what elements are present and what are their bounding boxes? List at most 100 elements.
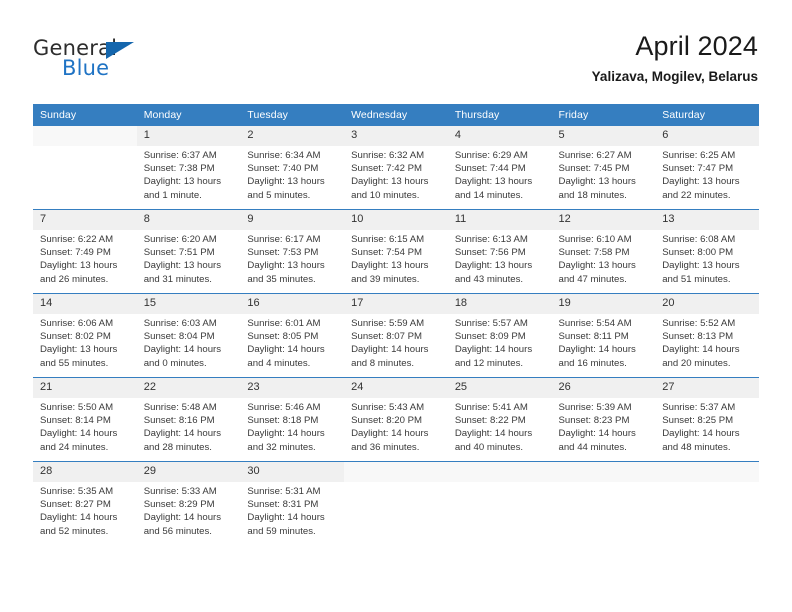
day-detail-cell[interactable]: Sunrise: 5:48 AM Sunset: 8:16 PM Daylight:… (136, 398, 241, 462)
weekday-header-monday: Monday (136, 104, 241, 126)
day-detail-cell[interactable]: Sunrise: 5:46 AM Sunset: 8:18 PM Daylight:… (240, 398, 345, 462)
week-daynumber-row: 123456 (33, 126, 759, 146)
day-number-cell[interactable]: 5 (551, 126, 656, 146)
empty-day-cell (447, 461, 552, 482)
day-detail-cell[interactable]: Sunrise: 5:41 AM Sunset: 8:22 PM Daylight:… (447, 398, 552, 462)
weekday-header-tuesday: Tuesday (240, 104, 345, 126)
day-detail-cell[interactable]: Sunrise: 6:13 AM Sunset: 7:56 PM Daylight:… (447, 230, 552, 294)
daylight-duration-text-line2: and 26 minutes. (40, 273, 109, 285)
day-number-cell[interactable]: 28 (33, 461, 137, 482)
day-number-cell[interactable]: 4 (447, 126, 552, 146)
daylight-duration-text-line1: Daylight: 14 hours (247, 428, 325, 440)
day-detail-cell[interactable]: Sunrise: 5:50 AM Sunset: 8:14 PM Daylight:… (33, 398, 137, 462)
daylight-duration-text-line2: and 39 minutes. (351, 273, 420, 285)
day-number-cell[interactable]: 12 (551, 209, 656, 230)
day-detail-cell[interactable]: Sunrise: 6:25 AM Sunset: 7:47 PM Daylight:… (655, 146, 759, 210)
weekday-header-sunday: Sunday (33, 104, 137, 126)
day-number-cell[interactable]: 22 (136, 377, 241, 398)
week-daynumber-row: 14 15 16 17 18 19 20 (33, 293, 759, 314)
calendar-page: General Blue April 2024 Yalizava, Mogile… (0, 0, 792, 612)
day-detail-cell[interactable]: Sunrise: 6:32 AM Sunset: 7:42 PM Daylight:… (344, 146, 448, 210)
daylight-duration-text-line2: and 32 minutes. (247, 441, 316, 453)
daylight-duration-text-line1: Daylight: 14 hours (454, 344, 533, 356)
day-number-cell[interactable]: 14 (33, 293, 137, 314)
day-number-cell[interactable]: 20 (655, 293, 759, 314)
sunset-time-text: Sunset: 8:00 PM (662, 247, 734, 259)
day-detail-cell[interactable]: Sunrise: 5:59 AM Sunset: 8:07 PM Daylight:… (344, 314, 448, 378)
day-detail-cell[interactable]: Sunrise: 5:57 AM Sunset: 8:09 PM Daylight:… (447, 314, 552, 378)
day-detail-cell[interactable]: Sunrise: 6:17 AM Sunset: 7:53 PM Daylight:… (240, 230, 345, 294)
daylight-duration-text-line1: Daylight: 13 hours (247, 260, 325, 272)
day-number-cell[interactable]: 17 (344, 293, 448, 314)
daylight-duration-text-line2: and 36 minutes. (351, 441, 420, 453)
day-number-cell[interactable]: 15 (136, 293, 241, 314)
sunset-time-text: Sunset: 7:44 PM (454, 163, 526, 175)
daylight-duration-text-line1: Daylight: 14 hours (351, 428, 429, 440)
day-number-cell[interactable]: 24 (344, 377, 448, 398)
day-number-cell[interactable]: 3 (344, 126, 448, 146)
day-number-cell[interactable]: 9 (240, 209, 345, 230)
day-number-cell[interactable]: 29 (136, 461, 241, 482)
daylight-duration-text-line1: Daylight: 13 hours (351, 176, 429, 188)
day-detail-cell[interactable]: Sunrise: 5:37 AM Sunset: 8:25 PM Daylight:… (655, 398, 759, 462)
sunset-time-text: Sunset: 8:16 PM (143, 415, 215, 427)
day-detail-cell[interactable]: Sunrise: 6:29 AM Sunset: 7:44 PM Daylight:… (447, 146, 552, 210)
day-number-cell[interactable]: 11 (447, 209, 552, 230)
daylight-duration-text-line1: Daylight: 13 hours (247, 176, 325, 188)
day-number-cell[interactable]: 1 (136, 126, 241, 146)
day-detail-cell[interactable]: Sunrise: 5:43 AM Sunset: 8:20 PM Daylight:… (344, 398, 448, 462)
day-detail-cell[interactable]: Sunrise: 6:06 AM Sunset: 8:02 PM Daylight:… (33, 314, 137, 378)
empty-detail-cell (551, 482, 656, 545)
day-number-cell[interactable]: 27 (655, 377, 759, 398)
day-detail-cell[interactable]: Sunrise: 6:08 AM Sunset: 8:00 PM Daylight:… (655, 230, 759, 294)
day-number-cell[interactable]: 19 (551, 293, 656, 314)
sunset-time-text: Sunset: 8:14 PM (40, 415, 111, 427)
day-number-cell[interactable]: 16 (240, 293, 345, 314)
daylight-duration-text-line1: Daylight: 14 hours (40, 512, 118, 524)
day-detail-cell[interactable]: Sunrise: 5:52 AM Sunset: 8:13 PM Daylight:… (655, 314, 759, 378)
sunset-time-text: Sunset: 8:20 PM (351, 415, 423, 427)
daylight-duration-text-line2: and 1 minute. (143, 189, 202, 201)
day-detail-cell[interactable]: Sunrise: 5:54 AM Sunset: 8:11 PM Daylight:… (551, 314, 656, 378)
day-detail-cell[interactable]: Sunrise: 6:01 AM Sunset: 8:05 PM Daylight:… (240, 314, 345, 378)
day-number-cell[interactable]: 18 (447, 293, 552, 314)
day-detail-cell[interactable]: Sunrise: 6:15 AM Sunset: 7:54 PM Daylight:… (344, 230, 448, 294)
day-number-cell[interactable]: 7 (33, 209, 137, 230)
daylight-duration-text-line2: and 51 minutes. (662, 273, 731, 285)
day-detail-cell[interactable]: Sunrise: 5:31 AM Sunset: 8:31 PM Daylight:… (240, 482, 345, 545)
day-number-cell[interactable]: 21 (33, 377, 137, 398)
day-detail-cell[interactable]: Sunrise: 5:35 AM Sunset: 8:27 PM Daylight:… (33, 482, 137, 545)
day-number-cell[interactable]: 25 (447, 377, 552, 398)
daylight-duration-text-line2: and 4 minutes. (247, 357, 311, 369)
day-detail-cell[interactable]: Sunrise: 5:33 AM Sunset: 8:29 PM Daylight:… (136, 482, 241, 545)
day-detail-cell[interactable]: Sunrise: 5:39 AM Sunset: 8:23 PM Daylight:… (551, 398, 656, 462)
day-number-cell[interactable]: 26 (551, 377, 656, 398)
day-number-cell[interactable]: 23 (240, 377, 345, 398)
sunset-time-text: Sunset: 8:09 PM (454, 331, 526, 343)
day-number-cell[interactable]: 8 (136, 209, 241, 230)
daylight-duration-text-line2: and 59 minutes. (247, 525, 316, 537)
day-number-cell[interactable]: 30 (240, 461, 345, 482)
day-detail-cell[interactable]: Sunrise: 6:03 AM Sunset: 8:04 PM Daylight:… (136, 314, 241, 378)
calendar-body: 1 2 3 4 5 6 Sunrise: 6:37 AM Sunset: 7:38 PM Day… (33, 126, 759, 545)
day-number-cell[interactable]: 2 (240, 126, 345, 146)
day-number-cell[interactable]: 10 (344, 209, 448, 230)
day-detail-cell[interactable]: Sunrise: 6:37 AM Sunset: 7:38 PM Daylight:… (136, 146, 241, 210)
day-number-cell[interactable]: 6 (655, 126, 759, 146)
day-detail-cell[interactable]: Sunrise: 6:27 AM Sunset: 7:45 PM Daylight:… (551, 146, 656, 210)
daylight-duration-text-line1: Daylight: 14 hours (351, 344, 429, 356)
day-detail-cell[interactable]: Sunrise: 6:34 AM Sunset: 7:40 PM Daylight:… (240, 146, 345, 210)
day-number-cell[interactable]: 13 (655, 209, 759, 230)
empty-detail-cell (655, 482, 759, 545)
week-daynumber-row: 21 22 23 24 25 26 27 (33, 377, 759, 398)
sunrise-time-text: Sunrise: 6:06 AM (40, 318, 114, 329)
day-detail-cell[interactable]: Sunrise: 6:20 AM Sunset: 7:51 PM Daylight:… (136, 230, 241, 294)
sunrise-time-text: Sunrise: 6:27 AM (558, 150, 632, 161)
sunset-time-text: Sunset: 8:13 PM (662, 331, 734, 343)
daylight-duration-text-line1: Daylight: 13 hours (558, 176, 636, 188)
day-detail-cell[interactable]: Sunrise: 6:10 AM Sunset: 7:58 PM Daylight:… (551, 230, 656, 294)
sunset-time-text: Sunset: 7:42 PM (351, 163, 423, 175)
day-detail-cell[interactable]: Sunrise: 6:22 AM Sunset: 7:49 PM Daylight:… (33, 230, 137, 294)
week-detail-row: Sunrise: 5:50 AM Sunset: 8:14 PM Daylight:… (33, 398, 759, 462)
sunset-time-text: Sunset: 8:25 PM (662, 415, 734, 427)
